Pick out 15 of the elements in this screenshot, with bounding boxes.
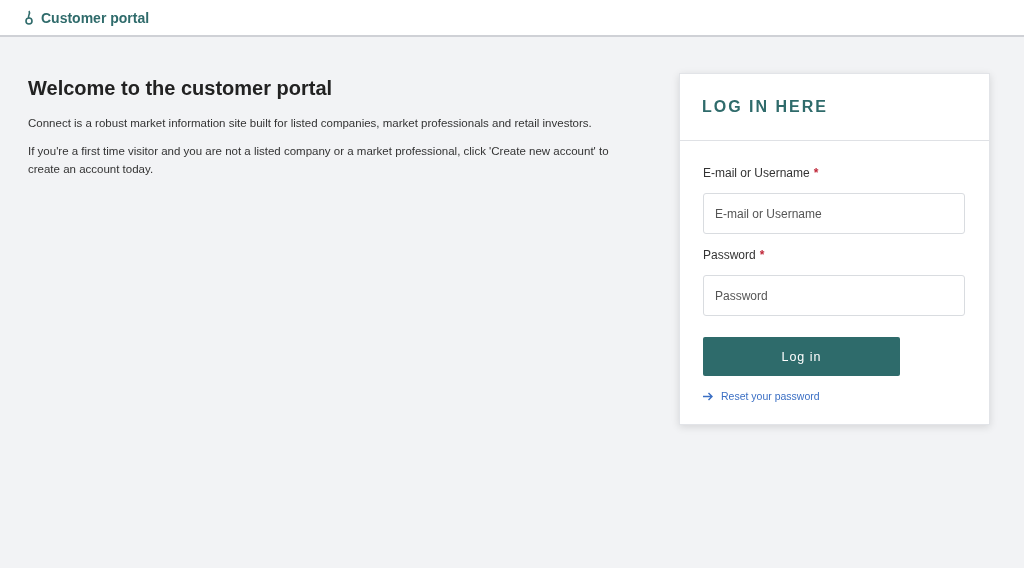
reset-password-link[interactable]: Reset your password bbox=[721, 390, 820, 402]
arrow-icon bbox=[703, 391, 713, 401]
intro-paragraph: If you're a first time visitor and you are not a listed company or a market professional, click 'Create new account' to create an account today. bbox=[28, 144, 610, 177]
input-field[interactable]: E-mail or Username bbox=[703, 193, 965, 234]
required-mark: * bbox=[759, 248, 765, 262]
input-field[interactable]: Password bbox=[703, 275, 965, 316]
logo-icon bbox=[24, 9, 34, 26]
site-title[interactable]: Customer portal bbox=[41, 9, 150, 26]
required-mark: * bbox=[813, 166, 819, 180]
login-title: LOG IN HERE bbox=[702, 98, 828, 116]
login-button[interactable]: Log in bbox=[703, 337, 900, 376]
field-label: Password bbox=[703, 248, 756, 262]
page-heading: Welcome to the customer portal bbox=[28, 77, 334, 100]
field-label: E-mail or Username bbox=[703, 166, 810, 180]
intro-paragraph: Connect is a robust market information site built for listed companies, market professionals and retail investors. bbox=[28, 116, 593, 131]
